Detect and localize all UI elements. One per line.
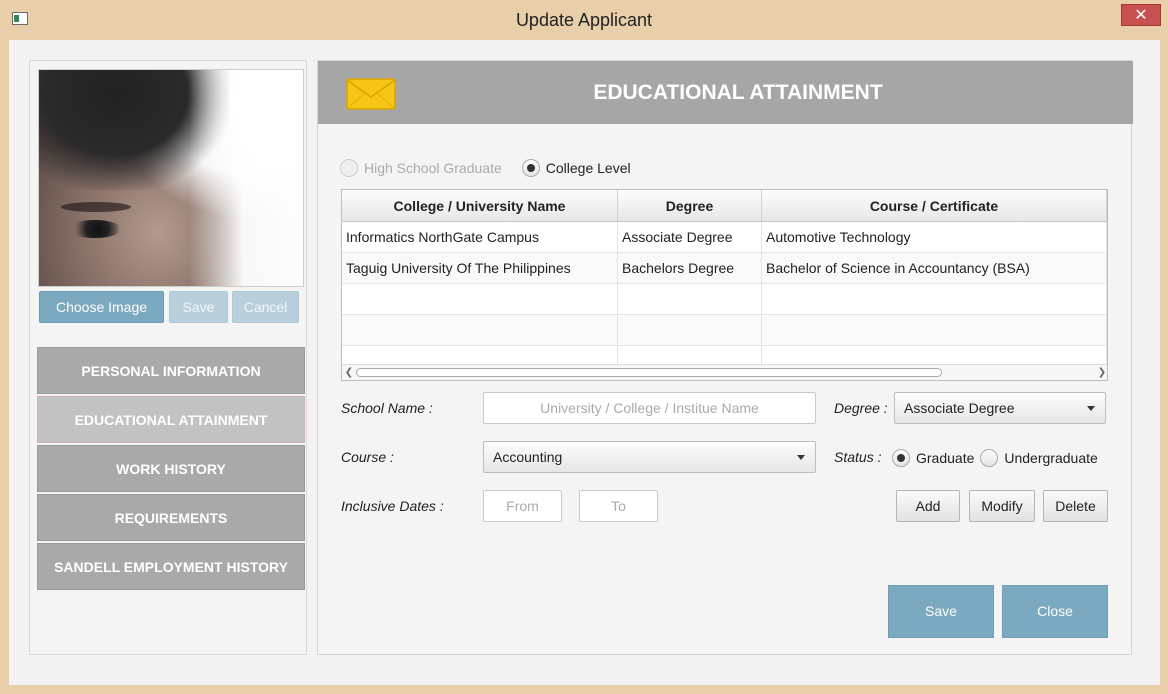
window-client: Choose Image Save Cancel PERSONAL INFORM… [9, 40, 1160, 685]
table-row-empty [342, 315, 1107, 346]
nav-sandell-employment-history[interactable]: SANDELL EMPLOYMENT HISTORY [37, 543, 305, 590]
column-header-degree[interactable]: Degree [618, 190, 762, 221]
column-header-school[interactable]: College / University Name [342, 190, 618, 221]
window-title: Update Applicant [515, 10, 653, 30]
course-label: Course : [341, 449, 394, 465]
inclusive-dates-label: Inclusive Dates : [341, 498, 444, 514]
degree-value: Associate Degree [904, 400, 1015, 416]
nav-work-history[interactable]: WORK HISTORY [37, 445, 305, 492]
college-level-label: College Level [545, 160, 631, 176]
cell-degree: Bachelors Degree [618, 253, 762, 283]
date-to-input[interactable]: To [579, 490, 658, 522]
scrollbar-thumb[interactable] [356, 368, 942, 377]
school-name-label: School Name : [341, 400, 433, 416]
nav-requirements[interactable]: REQUIREMENTS [37, 494, 305, 541]
date-from-input[interactable]: From [483, 490, 562, 522]
status-group: Graduate Undergraduate [892, 447, 1098, 469]
choose-image-button[interactable]: Choose Image [39, 291, 164, 323]
scroll-right-icon[interactable]: ❯ [1095, 365, 1107, 380]
undergraduate-radio[interactable] [980, 449, 999, 467]
envelope-icon [346, 78, 396, 110]
graduate-radio[interactable] [892, 449, 910, 467]
add-button[interactable]: Add [896, 490, 960, 522]
column-header-course[interactable]: Course / Certificate [762, 190, 1107, 221]
college-level-radio[interactable] [521, 159, 540, 177]
educational-attainment-panel: EDUCATIONAL ATTAINMENT High School Gradu… [317, 60, 1133, 655]
degree-select[interactable]: Associate Degree [894, 392, 1106, 424]
cell-course: Automotive Technology [762, 222, 1107, 252]
cell-degree: Associate Degree [618, 222, 762, 252]
section-title: EDUCATIONAL ATTAINMENT [593, 81, 883, 104]
window-close-button[interactable]: ✕ [1121, 4, 1161, 26]
save-button[interactable]: Save [888, 585, 994, 638]
left-panel: Choose Image Save Cancel PERSONAL INFORM… [29, 60, 307, 655]
high-school-radio[interactable] [340, 159, 358, 177]
cell-school: Informatics NorthGate Campus [342, 222, 618, 252]
school-name-input[interactable]: University / College / Institue Name [483, 392, 816, 424]
horizontal-scrollbar[interactable]: ❮ ❯ [342, 364, 1107, 380]
graduate-label: Graduate [916, 450, 975, 466]
section-nav: PERSONAL INFORMATION EDUCATIONAL ATTAINM… [37, 347, 305, 592]
nav-personal-information[interactable]: PERSONAL INFORMATION [37, 347, 305, 394]
cell-course: Bachelor of Science in Accountancy (BSA) [762, 253, 1107, 283]
cell-school: Taguig University Of The Philippines [342, 253, 618, 283]
education-level-group: High School Graduate College Level [340, 157, 651, 179]
chevron-down-icon [797, 455, 805, 460]
scroll-left-icon[interactable]: ❮ [342, 365, 356, 380]
table-row[interactable]: Informatics NorthGate Campus Associate D… [342, 222, 1107, 253]
close-button[interactable]: Close [1002, 585, 1108, 638]
table-row-empty [342, 284, 1107, 315]
cancel-image-button[interactable]: Cancel [232, 291, 299, 323]
course-value: Accounting [493, 449, 563, 465]
nav-educational-attainment[interactable]: EDUCATIONAL ATTAINMENT [37, 396, 305, 443]
delete-button[interactable]: Delete [1043, 490, 1108, 522]
applicant-photo [38, 69, 304, 287]
chevron-down-icon [1087, 406, 1095, 411]
table-row[interactable]: Taguig University Of The Philippines Bac… [342, 253, 1107, 284]
education-table: College / University Name Degree Course … [341, 189, 1108, 381]
status-label: Status : [834, 449, 882, 465]
course-select[interactable]: Accounting [483, 441, 816, 473]
high-school-label: High School Graduate [364, 160, 502, 176]
save-image-button[interactable]: Save [169, 291, 228, 323]
section-header: EDUCATIONAL ATTAINMENT [318, 61, 1133, 124]
modify-button[interactable]: Modify [969, 490, 1035, 522]
degree-label: Degree : [834, 400, 888, 416]
table-header: College / University Name Degree Course … [342, 190, 1107, 222]
undergraduate-label: Undergraduate [1004, 450, 1098, 466]
title-bar: Update Applicant ✕ [0, 0, 1168, 40]
